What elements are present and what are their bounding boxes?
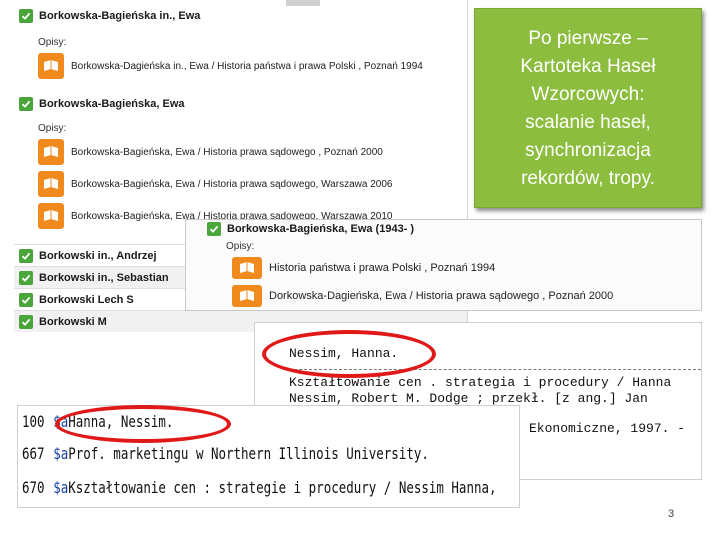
marc-tag: 667 <box>22 444 45 463</box>
description-text: Borkowska-Bagieńska, Ewa / Historia praw… <box>71 178 393 190</box>
list-item-label: Borkowski in., Sebastian <box>39 271 169 284</box>
marc-tag: 670 <box>22 478 45 497</box>
description-item[interactable]: Borkowska-Bagieńska, Ewa / Historia praw… <box>14 168 467 200</box>
opac-line: Ekonomiczne, 1997. - <box>529 421 686 436</box>
caption-line: synchronizacja <box>525 140 651 161</box>
slide-caption-box: Po pierwsze – Kartoteka Haseł Wzorcowych… <box>474 8 702 208</box>
caption-line: Po pierwsze – <box>528 28 648 49</box>
marc-field-row: 667 $aProf. marketingu w Northern Illinoi… <box>22 444 429 463</box>
description-item[interactable]: Dorkowska-Dagieńska, Ewa / Historia praw… <box>186 282 701 310</box>
description-item[interactable]: Historia państwa i prawa Polski , Poznań… <box>186 254 701 282</box>
book-icon <box>232 257 262 279</box>
marc-field-value: Kształtowanie cen : strategie i procedur… <box>68 478 497 497</box>
list-item-label: Borkowski Lech S <box>39 293 134 306</box>
check-icon[interactable] <box>19 292 33 307</box>
caption-line: Kartoteka Haseł <box>520 56 656 77</box>
authority-heading: Borkowska-Bagieńska, Ewa <box>39 98 185 110</box>
marc-field-value: Prof. marketingu w Northern Illinois Uni… <box>68 444 429 463</box>
check-icon[interactable] <box>19 97 33 111</box>
check-icon[interactable] <box>19 9 33 23</box>
descriptions-label: Opisy: <box>38 123 67 134</box>
description-text: Borkowska-Bagieńska, Ewa / Historia praw… <box>71 146 383 158</box>
caption-line: Wzorcowych: <box>531 84 645 105</box>
highlight-oval-marc-heading <box>55 405 231 443</box>
description-item[interactable]: Borkowska-Bagieńska, Ewa / Historia praw… <box>14 136 467 168</box>
list-item-label: Borkowski M <box>39 315 107 328</box>
description-item[interactable]: Borkowska-Dagieńska in., Ewa / Historia … <box>14 50 467 82</box>
page-number: 3 <box>668 508 675 520</box>
descriptions-label: Opisy: <box>226 241 255 252</box>
scrollbar-thumb[interactable] <box>286 0 320 6</box>
highlight-oval-opac-heading <box>262 330 436 378</box>
check-icon[interactable] <box>207 222 221 236</box>
merged-record-panel: Borkowska-Bagieńska, Ewa (1943- ) Opisy:… <box>185 219 702 311</box>
description-text: Borkowska-Dagieńska in., Ewa / Historia … <box>71 60 423 72</box>
book-icon <box>38 53 64 79</box>
book-icon <box>38 203 64 229</box>
caption-line: rekordów, tropy. <box>521 168 655 189</box>
caption-line: scalanie haseł, <box>525 112 651 133</box>
book-icon <box>38 139 64 165</box>
check-icon[interactable] <box>19 270 33 285</box>
marc-subfield-code: $a <box>53 478 69 497</box>
list-item-label: Borkowski in., Andrzej <box>39 249 157 262</box>
marc-tag: 100 <box>22 412 45 431</box>
authority-record-2[interactable]: Borkowska-Bagieńska, Ewa <box>14 94 467 114</box>
book-icon <box>232 285 262 307</box>
description-text: Dorkowska-Dagieńska, Ewa / Historia praw… <box>269 290 614 302</box>
authority-record-1[interactable]: Borkowska-Bagieńska in., Ewa <box>14 6 467 26</box>
authority-heading: Borkowska-Bagieńska, Ewa (1943- ) <box>227 223 415 235</box>
book-icon <box>38 171 64 197</box>
check-icon[interactable] <box>19 248 33 263</box>
merged-record-heading-row[interactable]: Borkowska-Bagieńska, Ewa (1943- ) <box>186 220 701 238</box>
descriptions-label: Opisy: <box>38 37 67 48</box>
opac-line: Nessim, Robert M. Dodge ; przekł. [z ang… <box>289 391 648 406</box>
description-text: Historia państwa i prawa Polski , Poznań… <box>269 262 496 274</box>
authority-heading: Borkowska-Bagieńska in., Ewa <box>39 10 201 22</box>
check-icon[interactable] <box>19 314 33 329</box>
marc-subfield-code: $a <box>53 444 69 463</box>
marc-field-row: 670 $aKształtowanie cen : strategie i pro… <box>22 478 497 497</box>
